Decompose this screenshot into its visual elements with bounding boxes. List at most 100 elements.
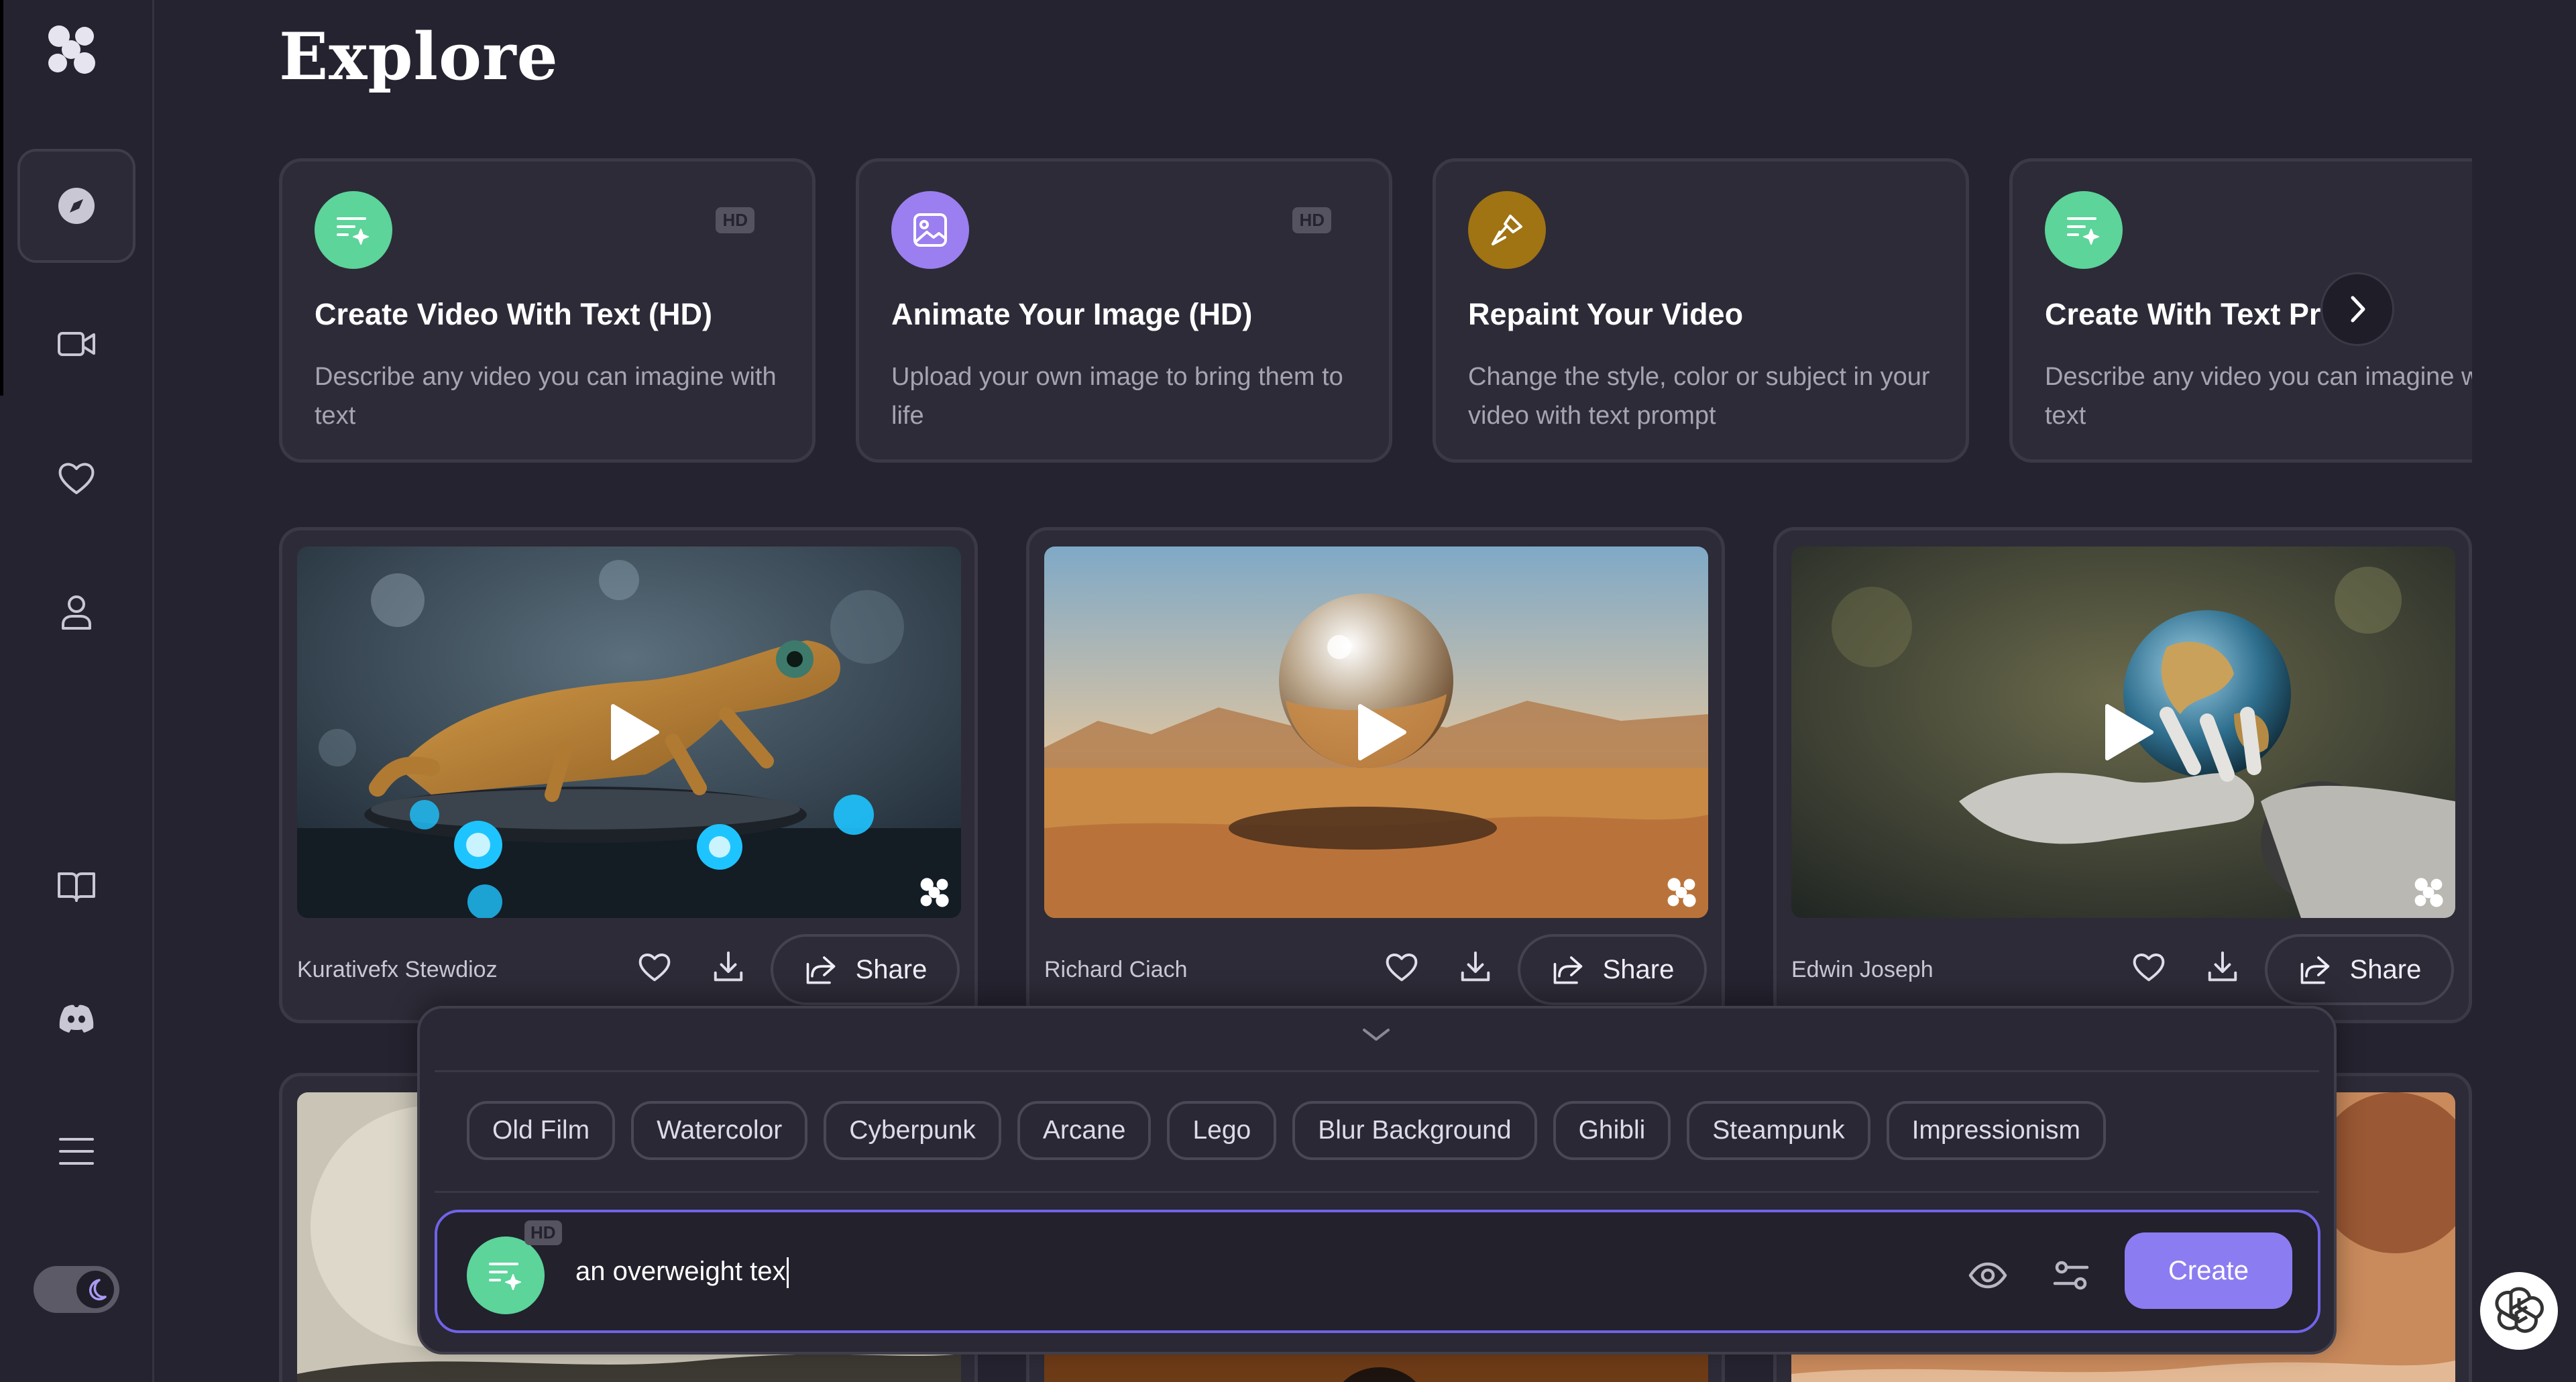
share-button[interactable]: Share	[2265, 934, 2454, 1005]
watermark-logo-icon	[2414, 878, 2443, 907]
theme-toggle-knob	[76, 1271, 114, 1308]
style-chip-arcane[interactable]: Arcane	[1017, 1101, 1152, 1160]
watermark-logo-icon	[920, 878, 949, 907]
create-button[interactable]: Create	[2125, 1232, 2292, 1309]
like-button[interactable]	[1378, 943, 1425, 990]
style-chip-blur-background[interactable]: Blur Background	[1292, 1101, 1537, 1160]
feature-description: Describe any video you can imagine with …	[2045, 363, 2472, 430]
panel-divider	[435, 1191, 2319, 1193]
heart-icon	[2133, 954, 2165, 982]
share-button[interactable]: Share	[1518, 934, 1707, 1005]
sidebar-item-profile[interactable]	[17, 555, 135, 669]
prompt-input[interactable]: an overweight tex	[575, 1257, 1783, 1294]
share-icon	[806, 956, 835, 984]
style-chip-watercolor[interactable]: Watercolor	[631, 1101, 808, 1160]
assistant-button[interactable]	[2480, 1272, 2558, 1350]
sidebar-item-docs[interactable]	[17, 829, 135, 943]
video-thumbnail[interactable]	[1044, 546, 1708, 918]
menu-icon	[59, 1138, 94, 1165]
video-card: Kurativefx Stewdioz Share	[279, 527, 978, 1023]
feature-title: Create Video With Text (HD)	[315, 297, 712, 331]
feature-card-text-pro[interactable]: Create With Text Pro Describe any video …	[2009, 158, 2472, 463]
feature-card-animate-image[interactable]: HD Animate Your Image (HD) Upload your o…	[856, 158, 1392, 463]
play-icon[interactable]	[1355, 702, 1408, 762]
feature-card-text-to-video[interactable]: HD Create Video With Text (HD) Describe …	[279, 158, 816, 463]
sidebar-item-explore[interactable]	[17, 149, 135, 263]
like-button[interactable]	[631, 943, 678, 990]
mode-selector[interactable]	[467, 1236, 545, 1314]
book-icon	[58, 872, 95, 902]
text-sparkle-icon	[337, 217, 369, 245]
style-chip-steampunk[interactable]: Steampunk	[1687, 1101, 1870, 1160]
moon-icon	[89, 1279, 107, 1301]
paint-brush-icon	[1492, 215, 1522, 245]
image-icon	[913, 213, 947, 247]
feature-icon-wrap	[2045, 191, 2123, 269]
app: Explore HD Create Video With Text (HD) D…	[0, 0, 2576, 1382]
like-button[interactable]	[2125, 943, 2172, 990]
text-caret	[786, 1257, 789, 1289]
text-sparkle-icon	[489, 1263, 521, 1290]
app-logo-icon[interactable]	[44, 23, 98, 76]
share-icon	[1553, 956, 1582, 984]
eye-icon	[1968, 1262, 2007, 1289]
style-chips: Old Film Watercolor Cyberpunk Arcane Leg…	[467, 1101, 2106, 1160]
download-icon	[2208, 952, 2237, 982]
download-icon	[1461, 952, 1490, 982]
play-icon[interactable]	[2102, 702, 2155, 762]
prompt-input-box: HD an overweight tex Create	[435, 1210, 2320, 1333]
feature-icon-wrap	[891, 191, 969, 269]
style-chip-ghibli[interactable]: Ghibli	[1553, 1101, 1671, 1160]
heart-icon	[58, 463, 95, 494]
page-title: Explore	[279, 19, 559, 95]
style-chip-impressionism[interactable]: Impressionism	[1886, 1101, 2106, 1160]
user-icon	[62, 595, 91, 630]
carousel-next-button[interactable]	[2320, 272, 2394, 346]
sidebar-item-favorites[interactable]	[17, 421, 135, 535]
feature-description: Upload your own image to bring them to l…	[891, 363, 1343, 430]
heart-icon	[638, 954, 671, 982]
sidebar-item-discord[interactable]	[17, 962, 135, 1076]
preview-button[interactable]	[1966, 1254, 2009, 1297]
share-label: Share	[855, 954, 928, 984]
openai-icon	[2495, 1287, 2544, 1333]
download-button[interactable]	[1452, 943, 1499, 990]
download-button[interactable]	[705, 943, 752, 990]
chevron-down-icon[interactable]	[1359, 1025, 1394, 1045]
video-author[interactable]: Richard Ciach	[1044, 957, 1188, 983]
style-chip-old-film[interactable]: Old Film	[467, 1101, 616, 1160]
share-button[interactable]: Share	[771, 934, 960, 1005]
feature-card-repaint-video[interactable]: Repaint Your Video Change the style, col…	[1433, 158, 1969, 463]
prompt-input-value: an overweight tex	[575, 1257, 786, 1286]
video-thumbnail[interactable]	[1791, 546, 2455, 918]
settings-button[interactable]	[2050, 1254, 2092, 1297]
video-card: Edwin Joseph Share	[1773, 527, 2472, 1023]
feature-icon-wrap	[315, 191, 392, 269]
video-author[interactable]: Kurativefx Stewdioz	[297, 957, 498, 983]
feature-title: Create With Text Pro	[2045, 297, 2339, 331]
video-camera-icon	[58, 332, 95, 356]
sidebar-item-videos[interactable]	[17, 287, 135, 401]
sliders-icon	[2053, 1261, 2089, 1290]
style-chip-cyberpunk[interactable]: Cyberpunk	[824, 1101, 1001, 1160]
download-button[interactable]	[2199, 943, 2246, 990]
hd-badge: HD	[524, 1220, 562, 1245]
feature-title: Repaint Your Video	[1468, 297, 1744, 331]
feature-icon-wrap	[1468, 191, 1546, 269]
theme-toggle[interactable]	[34, 1266, 119, 1313]
sidebar-item-menu[interactable]	[17, 1094, 135, 1208]
feature-carousel: HD Create Video With Text (HD) Describe …	[279, 158, 2472, 464]
text-sparkle-icon	[2067, 217, 2099, 245]
sidebar	[0, 0, 154, 1382]
play-icon[interactable]	[608, 702, 661, 762]
hd-badge: HD	[1292, 207, 1331, 233]
style-chip-lego[interactable]: Lego	[1167, 1101, 1277, 1160]
video-thumbnail[interactable]	[297, 546, 961, 918]
feature-description: Change the style, color or subject in yo…	[1468, 363, 1930, 430]
download-icon	[714, 952, 743, 982]
video-author[interactable]: Edwin Joseph	[1791, 957, 1934, 983]
chevron-right-icon	[2351, 296, 2365, 323]
share-icon	[2300, 956, 2329, 984]
share-label: Share	[1602, 954, 1675, 984]
heart-icon	[1386, 954, 1418, 982]
